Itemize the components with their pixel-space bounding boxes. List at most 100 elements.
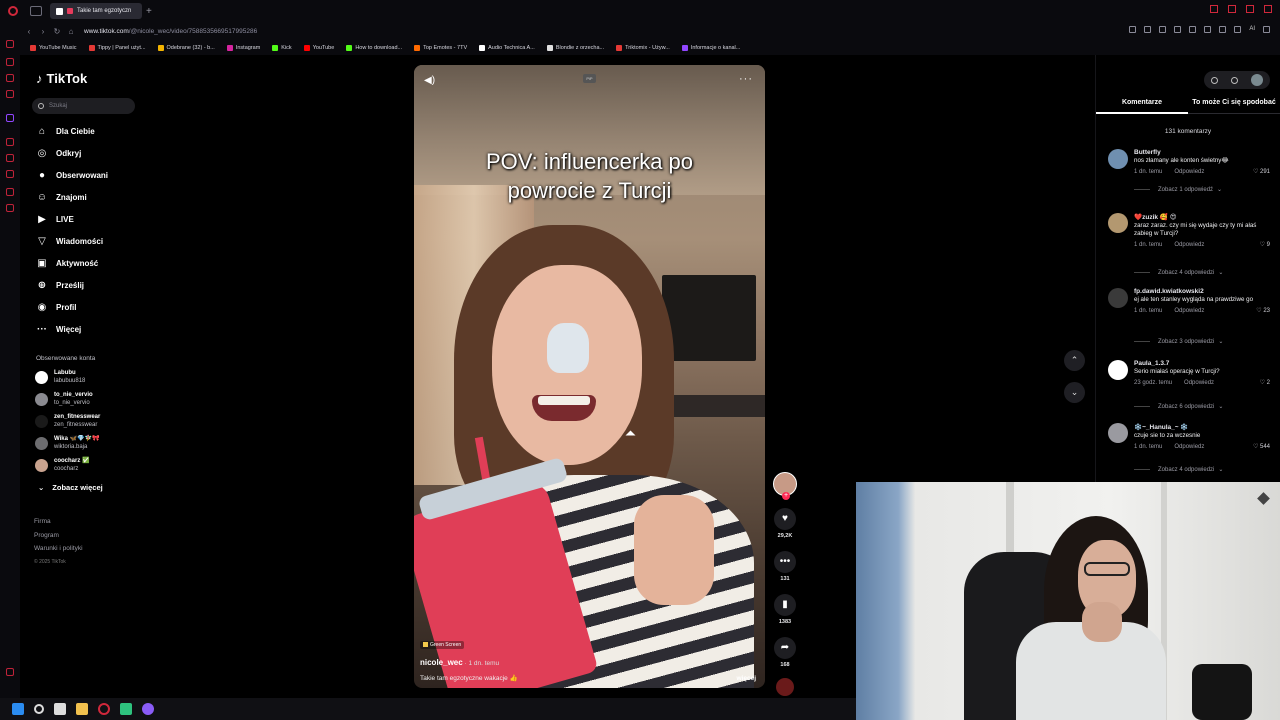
footer-link[interactable]: Warunki i polityki (34, 542, 83, 556)
tab-suggested[interactable]: To może Ci się spodobać (1188, 99, 1280, 114)
comment-like-button[interactable]: ♡ 9 (1260, 241, 1270, 248)
sidebar-app-icon[interactable] (6, 40, 14, 48)
bookmark-item[interactable]: Blondie z orzecha... (546, 44, 604, 51)
comment-username[interactable]: fp.dawid.kwiatkowski2 (1134, 288, 1270, 295)
author-name[interactable]: nicole_wec (420, 658, 463, 667)
bookmark-icon[interactable]: ▮ (774, 594, 796, 616)
nav-item-odkryj[interactable]: ◎ Odkryj (36, 147, 82, 159)
tiktok-logo[interactable]: ♪ TikTok (36, 71, 87, 86)
bookmark-icon[interactable] (1144, 26, 1152, 33)
snapshot-icon[interactable] (1234, 26, 1242, 33)
bookmark-item[interactable]: Audio Technica A... (479, 44, 535, 51)
download-icon[interactable] (1219, 26, 1227, 33)
video-author[interactable]: nicole_wec · 1 dn. temu (420, 658, 760, 667)
bookmark-item[interactable]: YouTube (303, 44, 334, 51)
bookmark-item[interactable]: Top Emotes - 7TV (414, 44, 467, 51)
sidebar-app-icon[interactable] (6, 58, 14, 66)
followed-account[interactable]: to_nie_vervio to_nie_vervio (35, 391, 93, 407)
sidebar-app-icon[interactable] (6, 74, 14, 82)
previous-video-button[interactable]: ⌃ (1064, 350, 1085, 371)
phone-icon[interactable] (1230, 76, 1238, 84)
video-player[interactable]: POV: influencerka po powrocie z Turcji ◀… (414, 65, 765, 688)
green-screen-badge[interactable]: Green Screen (420, 641, 465, 649)
view-replies-button[interactable]: Zobacz 3 odpowiedzi ⌄ (1134, 338, 1223, 346)
search-input[interactable]: Szukaj (32, 98, 135, 114)
browser-tab-active[interactable]: Takie tam egzotyczn (50, 3, 142, 19)
vpn-icon[interactable] (1174, 26, 1182, 33)
opera-logo-icon[interactable] (8, 6, 18, 16)
follow-plus-icon[interactable]: + (782, 492, 790, 500)
reply-button[interactable]: Odpowiedz (1174, 308, 1204, 314)
avatar[interactable] (1108, 423, 1128, 443)
maximize-button[interactable] (1246, 5, 1254, 13)
creator-avatar[interactable]: + (773, 472, 797, 500)
compass-icon[interactable] (1210, 76, 1218, 84)
nav-item-więcej[interactable]: ··· Więcej (36, 323, 81, 335)
nav-item-wiadomości[interactable]: ▽ Wiadomości (36, 235, 103, 247)
sidebar-app-icon[interactable] (6, 138, 14, 146)
sidebar-app-icon[interactable] (6, 170, 14, 178)
discord-icon[interactable] (142, 703, 154, 715)
play-icon[interactable] (1189, 26, 1197, 33)
view-replies-button[interactable]: Zobacz 4 odpowiedzi ⌄ (1134, 269, 1223, 277)
see-more-button[interactable]: ⌄ Zobacz więcej (38, 483, 103, 492)
music-disc-icon[interactable] (776, 678, 794, 696)
ai-button[interactable]: AI (1249, 26, 1255, 33)
back-button[interactable]: ‹ (24, 27, 34, 36)
bookmark-item[interactable]: Odebrane (32) - b... (157, 44, 215, 51)
reply-button[interactable]: Odpowiedz (1174, 444, 1204, 450)
lock-icon[interactable]: ⌂ (66, 27, 76, 36)
next-video-button[interactable]: ⌄ (1064, 382, 1085, 403)
reply-button[interactable]: Odpowiedz (1184, 380, 1214, 386)
view-replies-button[interactable]: Zobacz 1 odpowiedź ⌄ (1134, 186, 1222, 194)
sidebar-settings-icon[interactable] (6, 668, 14, 676)
nav-item-znajomi[interactable]: ☺ Znajomi (36, 191, 87, 203)
avatar[interactable] (1108, 213, 1128, 233)
comment-username[interactable]: ❤️zuzik 🥰 😍 (1134, 213, 1270, 221)
comment-username[interactable]: ❄️~_Hanula_~ ❄️ (1134, 423, 1270, 431)
twitch-icon[interactable] (6, 114, 14, 122)
nav-item-live[interactable]: ▶ LIVE (36, 213, 74, 225)
windows-start-icon[interactable] (12, 703, 24, 715)
tab-overview-icon[interactable] (30, 6, 42, 16)
heart-icon[interactable]: ♥ (774, 508, 796, 530)
bookmark-item[interactable]: Tippy | Panel użyt... (88, 44, 146, 51)
nav-item-profil[interactable]: ◉ Profil (36, 301, 77, 313)
see-more-description-button[interactable]: więcej (736, 675, 756, 682)
comment-like-button[interactable]: ♡ 23 (1256, 307, 1270, 314)
avatar[interactable] (1108, 360, 1128, 380)
followed-account[interactable]: Wika 🦋💎🧚‍♀️🎀 wiktoria.baja (35, 435, 100, 451)
volume-icon[interactable]: ◀) (424, 75, 435, 86)
reply-button[interactable]: Odpowiedz (1174, 169, 1204, 175)
sidebar-app-icon[interactable] (6, 204, 14, 212)
nav-item-aktywność[interactable]: ▣ Aktywność (36, 257, 98, 269)
shield-icon[interactable] (1159, 26, 1167, 33)
calendar-icon[interactable] (54, 703, 66, 715)
reload-button[interactable]: ↻ (52, 27, 62, 36)
url-field[interactable]: www.tiktok.com/@nicole_wec/video/7588535… (84, 28, 257, 35)
share-icon[interactable]: ➦ (774, 637, 796, 659)
followed-account[interactable]: coocharz ✅ coocharz (35, 457, 89, 473)
comment-icon[interactable]: ••• (774, 551, 796, 573)
comment-like-button[interactable]: ♡ 291 (1253, 168, 1270, 175)
more-options-icon[interactable]: ··· (739, 73, 753, 85)
footer-link[interactable]: Program (34, 529, 83, 543)
comment-like-button[interactable]: ♡ 2 (1260, 379, 1270, 386)
heart-icon[interactable] (1204, 26, 1212, 33)
app-icon[interactable] (120, 703, 132, 715)
comment-like-button[interactable]: ♡ 544 (1253, 443, 1270, 450)
sidebar-app-icon[interactable] (6, 188, 14, 196)
nav-item-dla-ciebie[interactable]: ⌂ Dla Ciebie (36, 125, 95, 137)
comment-username[interactable]: Butterfly (1134, 149, 1270, 156)
audio-playing-icon[interactable] (67, 8, 73, 14)
followed-account[interactable]: Labubu labubuu818 (35, 369, 85, 385)
share-action[interactable]: ➦ 168 (771, 637, 799, 668)
avatar[interactable] (1108, 288, 1128, 308)
view-replies-button[interactable]: Zobacz 6 odpowiedzi ⌄ (1134, 403, 1223, 411)
comment-action[interactable]: ••• 131 (771, 551, 799, 582)
followed-account[interactable]: zen_fitnesswear zen_fitnesswear (35, 413, 100, 429)
menu-icon[interactable] (1263, 26, 1270, 33)
comment-username[interactable]: Paula_1.3.7 (1134, 360, 1270, 367)
like-action[interactable]: ♥ 29,2K (771, 508, 799, 539)
footer-link[interactable]: Firma (34, 515, 83, 529)
